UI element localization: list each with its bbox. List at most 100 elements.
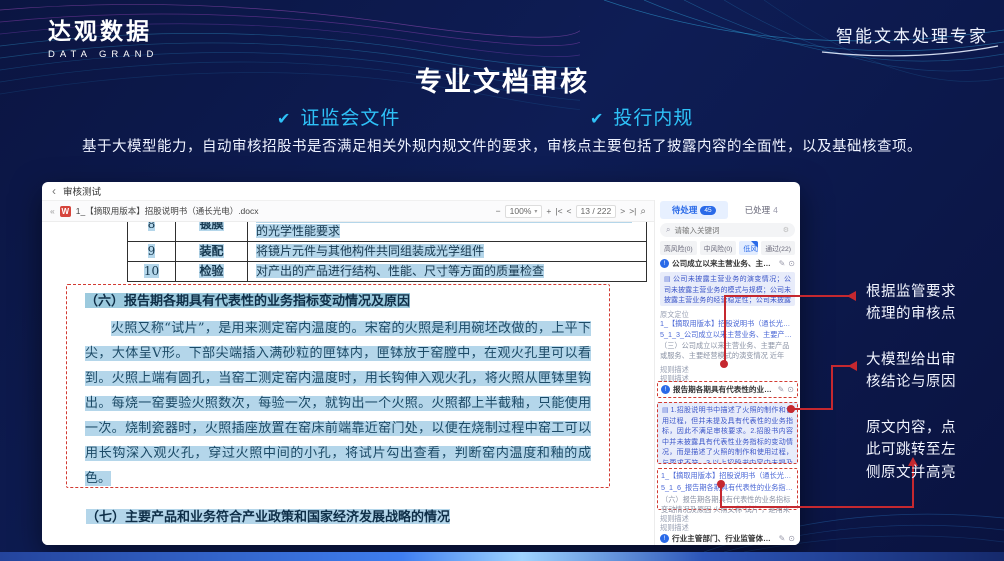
first-page-button[interactable]: |< <box>555 206 562 216</box>
table-cell: 在镜片元件表面通过物理或化学的方法沉积有机/无机物质层，达到规定的光学性能要求 <box>256 222 632 238</box>
connector-arrow <box>848 361 857 371</box>
edit-icon[interactable]: ✎ <box>779 259 786 268</box>
info-icon: ! <box>660 534 669 543</box>
back-button[interactable]: ‹ <box>52 185 56 197</box>
toggle-icon[interactable]: ⊙ <box>788 534 795 543</box>
table-cell: 装配 <box>199 244 223 258</box>
result-text: 1.招股说明书中描述了火照的制作和使用过程，但并未提及具有代表性的业务指标，因此… <box>662 407 793 464</box>
app-header: ‹ 审核测试 <box>42 182 800 200</box>
app-title: 审核测试 <box>63 184 101 198</box>
zoom-in-button[interactable]: + <box>546 206 551 216</box>
connector-line <box>724 296 726 364</box>
section7-title: （七）主要产品和业务符合产业政策和国家经济发展战略的情况 <box>86 506 450 525</box>
document-column: « W 1_【摘取用版本】招股说明书（通长光电）.docx − 100% ▾ +… <box>42 200 654 545</box>
info-icon: ! <box>660 259 669 268</box>
edit-icon[interactable]: ✎ <box>779 534 786 543</box>
connector-line <box>720 484 722 508</box>
next-page-button[interactable]: > <box>620 206 625 216</box>
result-text: 公司未披露主营业务的演变情况；公司未披露主营业务的模式与规模；公司未披露主营业务… <box>664 276 791 306</box>
word-file-icon: W <box>60 206 71 217</box>
tab-processed[interactable]: 已处理 4 <box>728 201 796 219</box>
slide-description: 基于大模型能力，自动审核招股书是否满足相关外规内规文件的要求，审核点主要包括了披… <box>0 135 1004 156</box>
section6-body: 火照又称“试片”，是用来测定窑内温度的。宋窑的火照是利用碗坯改做的，上平下尖，大… <box>85 316 591 491</box>
connector-line <box>724 295 856 297</box>
audit-result-a[interactable]: ▤公司未披露主营业务的演变情况；公司未披露主营业务的模式与规模；公司未披露主营业… <box>660 272 795 306</box>
brand-tagline: 智能文本处理专家 <box>836 22 988 47</box>
audit-card-d-title[interactable]: ! 行业主管部门、行业监管体制、行业主要法律法... ✎ ⊙ <box>660 533 795 544</box>
document-toolbar: « W 1_【摘取用版本】招股说明书（通长光电）.docx − 100% ▾ +… <box>42 200 654 222</box>
table-cell: 10 <box>144 264 159 278</box>
connector-dot <box>720 360 728 368</box>
brand-logo-cn: 达观数据 <box>48 12 158 46</box>
selected-corner-icon <box>751 241 758 248</box>
zoom-out-button[interactable]: − <box>496 206 501 216</box>
origin-section-link[interactable]: 5_1_6_报告期各期具有代表性的业务指标变动情况及原因 <box>661 483 794 493</box>
audit-result-b[interactable]: ▤1.招股说明书中描述了火照的制作和使用过程，但并未提及具有代表性的业务指标，因… <box>657 402 798 464</box>
table-cell: 9 <box>148 244 156 258</box>
check-icon: ✔ <box>590 111 604 128</box>
tab-pending[interactable]: 待处理 45 <box>660 201 728 219</box>
audit-card-b-title[interactable]: ! 报告期各期具有代表性的业务指标变动情况及原因 ✎ ⊙ <box>657 381 798 398</box>
annotation-audit-points: 根据监管要求梳理的审核点 <box>866 281 966 326</box>
toggle-icon[interactable]: ⊙ <box>787 385 794 394</box>
panel-tabs: 待处理 45 已处理 4 <box>660 201 795 219</box>
bullet-label: 投行内规 <box>613 108 693 129</box>
brand-logo-en: DATA GRAND <box>48 49 158 60</box>
table-cell: 8 <box>148 222 156 231</box>
zoom-select[interactable]: 100% ▾ <box>505 205 543 218</box>
chip-mid-risk[interactable]: 中风险(0) <box>700 241 737 255</box>
prev-page-button[interactable]: < <box>567 206 572 216</box>
audit-card-a-title[interactable]: ! 公司成立以来主营业务、主要产品或服务、主要... ✎ ⊙ <box>660 258 795 269</box>
collapse-icon[interactable]: « <box>50 206 55 216</box>
connector-line <box>831 366 833 410</box>
bullet-internal-rules: ✔ 投行内规 <box>590 103 693 130</box>
table-cell: 对产出的产品进行结构、性能、尺寸等方面的质量检查 <box>256 264 544 278</box>
section6-title: （六）报告期各期具有代表性的业务指标变动情况及原因 <box>85 290 591 309</box>
chip-low-risk[interactable]: 低风险(45) <box>739 241 758 255</box>
page-title: 专业文档审核 <box>0 60 1004 99</box>
origin-section-link[interactable]: 5_1_3_公司成立以来主营业务、主要产品或服务、主要经... <box>660 330 795 340</box>
page-indicator[interactable]: 13 / 222 <box>576 205 617 218</box>
file-name[interactable]: 1_【摘取用版本】招股说明书（通长光电）.docx <box>76 205 259 217</box>
bottom-accent-bar <box>0 552 1004 561</box>
table-cell: 检验 <box>199 264 223 278</box>
zoom-level: 100% <box>510 206 532 216</box>
result-icon: ▤ <box>664 276 671 283</box>
tab-count: 4 <box>773 205 778 215</box>
info-icon: ! <box>661 385 670 394</box>
process-table: 8 镀膜 在镜片元件表面通过物理或化学的方法沉积有机/无机物质层，达到规定的光学… <box>127 222 647 282</box>
toggle-icon[interactable]: ⊙ <box>788 259 795 268</box>
tab-count-badge: 45 <box>700 206 715 215</box>
slide-canvas: 达观数据 DATA GRAND 智能文本处理专家 专业文档审核 ✔证监会文件 ✔… <box>0 0 1004 561</box>
connector-arrow <box>847 291 856 301</box>
table-row: 9 装配 将镜片元件与其他构件共同组装成光学组件 <box>128 242 647 262</box>
origin-file-link[interactable]: 1_【摘取用版本】招股说明书（通长光电）.docx <box>661 471 794 481</box>
edit-icon[interactable]: ✎ <box>778 385 785 394</box>
origin-file-link[interactable]: 1_【摘取用版本】招股说明书（通长光电）.docx <box>660 319 795 329</box>
search-icon[interactable]: ⌕ <box>640 206 646 217</box>
card-title-text: 行业主管部门、行业监管体制、行业主要法律法... <box>672 533 776 544</box>
origin-excerpt[interactable]: （六）报告期各期具有代表性的业务指标变动情况及原因 火照又称“试片”，是用来测定… <box>661 495 794 513</box>
origin-excerpt[interactable]: （三）公司成立以来主营业务、主要产品或服务、主要经营模式的演变情况 近年来，受益… <box>660 341 795 362</box>
result-icon: ▤ <box>662 407 669 414</box>
bullet-csrc-files: ✔证监会文件 <box>277 103 400 130</box>
chip-passed[interactable]: 通过(22) <box>761 241 795 255</box>
table-row: 10 检验 对产出的产品进行结构、性能、尺寸等方面的质量检查 <box>128 262 647 282</box>
table-cell: 镀膜 <box>199 222 223 231</box>
card-title-text: 报告期各期具有代表性的业务指标变动情况及原因 <box>673 384 775 395</box>
tab-label: 已处理 <box>745 204 771 216</box>
card-title-text: 公司成立以来主营业务、主要产品或服务、主要... <box>672 258 776 269</box>
origin-block-c[interactable]: 1_【摘取用版本】招股说明书（通长光电）.docx 5_1_6_报告期各期具有代… <box>657 468 798 510</box>
annotation-llm-conclusion: 大模型给出审核结论与原因 <box>866 349 966 394</box>
app-window: ‹ 审核测试 « W 1_【摘取用版本】招股说明书（通长光电）.docx − 1… <box>42 182 800 545</box>
annotation-origin-jump: 原文内容，点此可跳转至左侧原文并高亮 <box>866 417 966 484</box>
section6-highlight-box: （六）报告期各期具有代表性的业务指标变动情况及原因 火照又称“试片”，是用来测定… <box>66 284 610 488</box>
brand-logo: 达观数据 DATA GRAND <box>48 12 158 60</box>
connector-line <box>791 408 833 410</box>
check-icon: ✔ <box>277 111 291 128</box>
search-input[interactable] <box>674 226 774 235</box>
connector-line <box>720 506 914 508</box>
last-page-button[interactable]: >| <box>629 206 636 216</box>
filter-icon[interactable]: ⚙ <box>783 226 789 234</box>
chip-high-risk[interactable]: 高风险(0) <box>660 241 697 255</box>
